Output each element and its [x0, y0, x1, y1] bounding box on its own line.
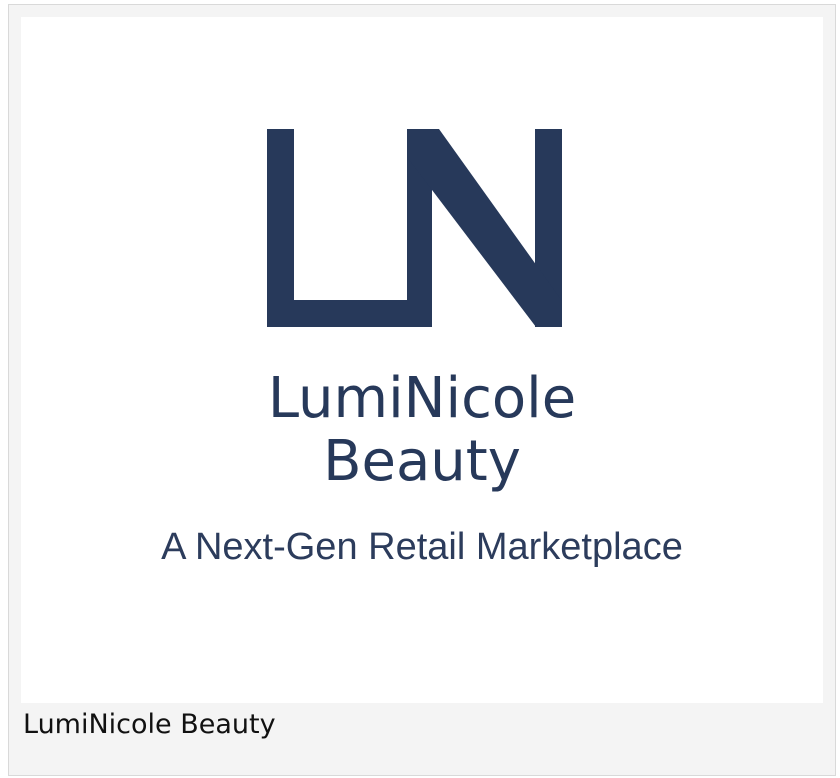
brand-name-line1: LumiNicole [267, 366, 577, 431]
image-caption: LumiNicole Beauty [23, 709, 276, 740]
logo-image: LumiNicole Beauty A Next-Gen Retail Mark… [21, 17, 823, 703]
ln-monogram-shapes [267, 129, 562, 327]
brand-name-line2: Beauty [323, 429, 521, 494]
ln-monogram-logo [267, 129, 562, 327]
image-figure: LumiNicole Beauty A Next-Gen Retail Mark… [8, 4, 836, 776]
brand-tagline: A Next-Gen Retail Marketplace [161, 526, 683, 568]
